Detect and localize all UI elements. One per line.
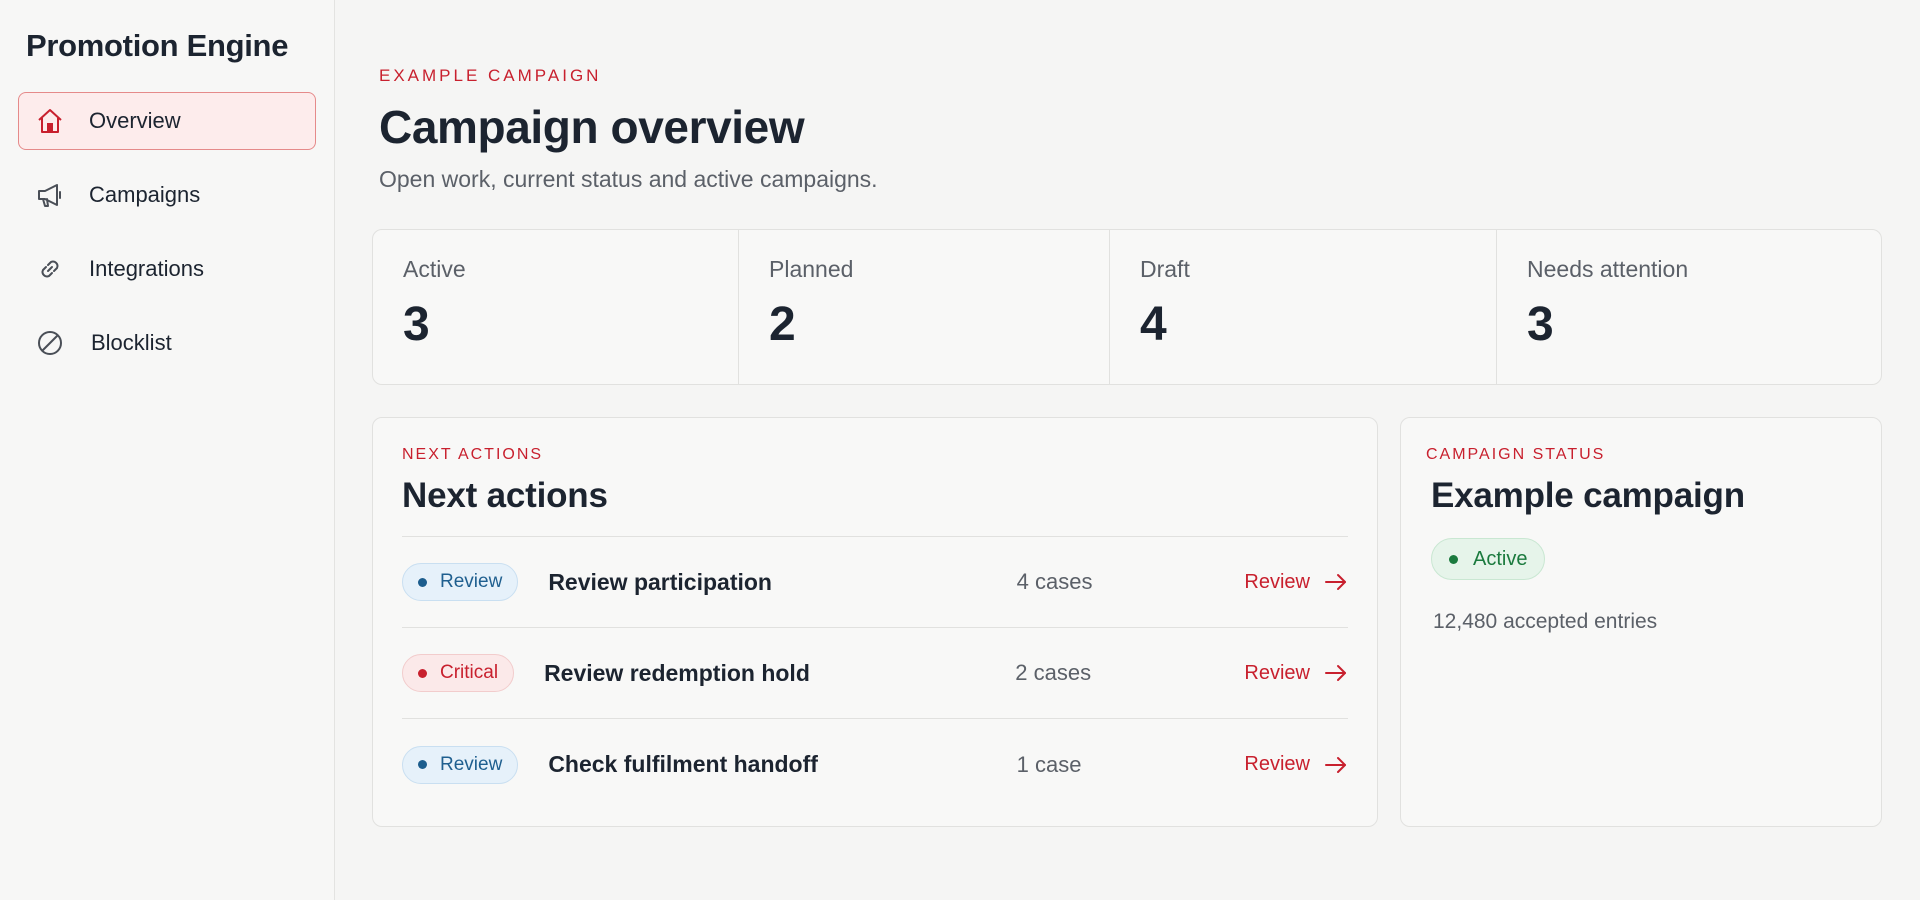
app-shell: Promotion Engine Overview Campaigns Inte… (0, 0, 1920, 900)
arrow-right-icon (1324, 663, 1348, 683)
action-count: 1 case (1016, 751, 1082, 777)
megaphone-icon (33, 178, 67, 212)
sidebar-item-blocklist[interactable]: Blocklist (18, 314, 316, 372)
sidebar-item-label: Overview (89, 108, 181, 133)
action-title: Review redemption hold (544, 659, 810, 686)
stat-planned: Planned 2 (739, 230, 1110, 384)
sidebar-item-integrations[interactable]: Integrations (18, 240, 316, 298)
stat-draft: Draft 4 (1110, 230, 1497, 384)
arrow-right-icon (1324, 755, 1348, 775)
review-link-label: Review (1244, 661, 1310, 684)
badge-label: Review (440, 571, 503, 592)
action-count: 2 cases (1015, 660, 1092, 685)
review-link[interactable]: Review (1244, 662, 1348, 685)
page-title: Campaign overview (379, 101, 805, 153)
main-content: EXAMPLE CAMPAIGN Campaign overview Open … (335, 0, 1920, 900)
next-actions-card: NEXT ACTIONS Next actions Review Review … (372, 417, 1378, 827)
stat-label: Needs attention (1527, 256, 1689, 282)
card-title: Next actions (402, 476, 608, 515)
stat-active: Active 3 (373, 230, 739, 384)
stat-value: 3 (1527, 298, 1554, 351)
badge-label: Review (440, 753, 503, 775)
status-badge: Active (1431, 538, 1546, 580)
review-link[interactable]: Review (1244, 571, 1348, 594)
status-dot (418, 668, 427, 678)
stat-label: Active (403, 256, 466, 282)
stat-needs-attention: Needs attention 3 (1497, 230, 1881, 384)
blocked-icon (33, 326, 67, 360)
card-eyebrow: CAMPAIGN STATUS (1426, 446, 1606, 463)
action-row: Review Review participation 4 cases Revi… (402, 537, 1348, 628)
card-eyebrow: NEXT ACTIONS (402, 446, 544, 463)
link-icon (33, 252, 67, 286)
content-row: NEXT ACTIONS Next actions Review Review … (372, 417, 1882, 827)
stat-value: 2 (769, 298, 796, 351)
review-link-label: Review (1244, 753, 1310, 775)
review-badge: Review (402, 563, 519, 601)
sidebar-item-overview[interactable]: Overview (18, 92, 316, 150)
brand-title: Promotion Engine (26, 28, 289, 63)
status-dot (418, 760, 427, 769)
stat-value: 3 (403, 298, 430, 351)
stat-value: 4 (1140, 298, 1167, 351)
status-label: Active (1473, 547, 1528, 570)
badge-label: Critical (440, 662, 499, 683)
review-link[interactable]: Review (1244, 753, 1348, 776)
sidebar-item-label: Blocklist (91, 330, 172, 355)
campaign-status-card: CAMPAIGN STATUS Example campaign Active … (1400, 417, 1882, 827)
action-row: Critical Review redemption hold 2 cases … (402, 628, 1348, 719)
action-title: Review participation (548, 568, 772, 595)
status-dot (418, 577, 427, 587)
page-eyebrow: EXAMPLE CAMPAIGN (379, 66, 602, 85)
sidebar: Promotion Engine Overview Campaigns Inte… (0, 0, 335, 900)
status-dot (1449, 554, 1458, 564)
sidebar-item-label: Campaigns (89, 182, 201, 207)
sidebar-item-label: Integrations (89, 256, 204, 281)
action-count: 4 cases (1016, 569, 1093, 594)
stat-label: Planned (769, 256, 854, 282)
card-title: Example campaign (1431, 476, 1745, 515)
sidebar-nav: Overview Campaigns Integrations Blocklis… (18, 92, 316, 372)
action-list: Review Review participation 4 cases Revi… (402, 536, 1348, 810)
page-subtitle: Open work, current status and active cam… (379, 166, 878, 192)
stat-label: Draft (1140, 256, 1190, 282)
accepted-entries: 12,480 accepted entries (1433, 610, 1658, 633)
review-link-label: Review (1244, 570, 1310, 593)
review-badge: Review (402, 745, 519, 784)
arrow-right-icon (1324, 572, 1348, 592)
sidebar-item-campaigns[interactable]: Campaigns (18, 166, 316, 224)
action-row: Review Check fulfilment handoff 1 case R… (402, 719, 1348, 810)
stats-panel: Active 3 Planned 2 Draft 4 Needs attenti… (372, 229, 1882, 385)
critical-badge: Critical (402, 654, 515, 692)
home-icon (33, 104, 67, 138)
action-title: Check fulfilment handoff (548, 751, 818, 777)
